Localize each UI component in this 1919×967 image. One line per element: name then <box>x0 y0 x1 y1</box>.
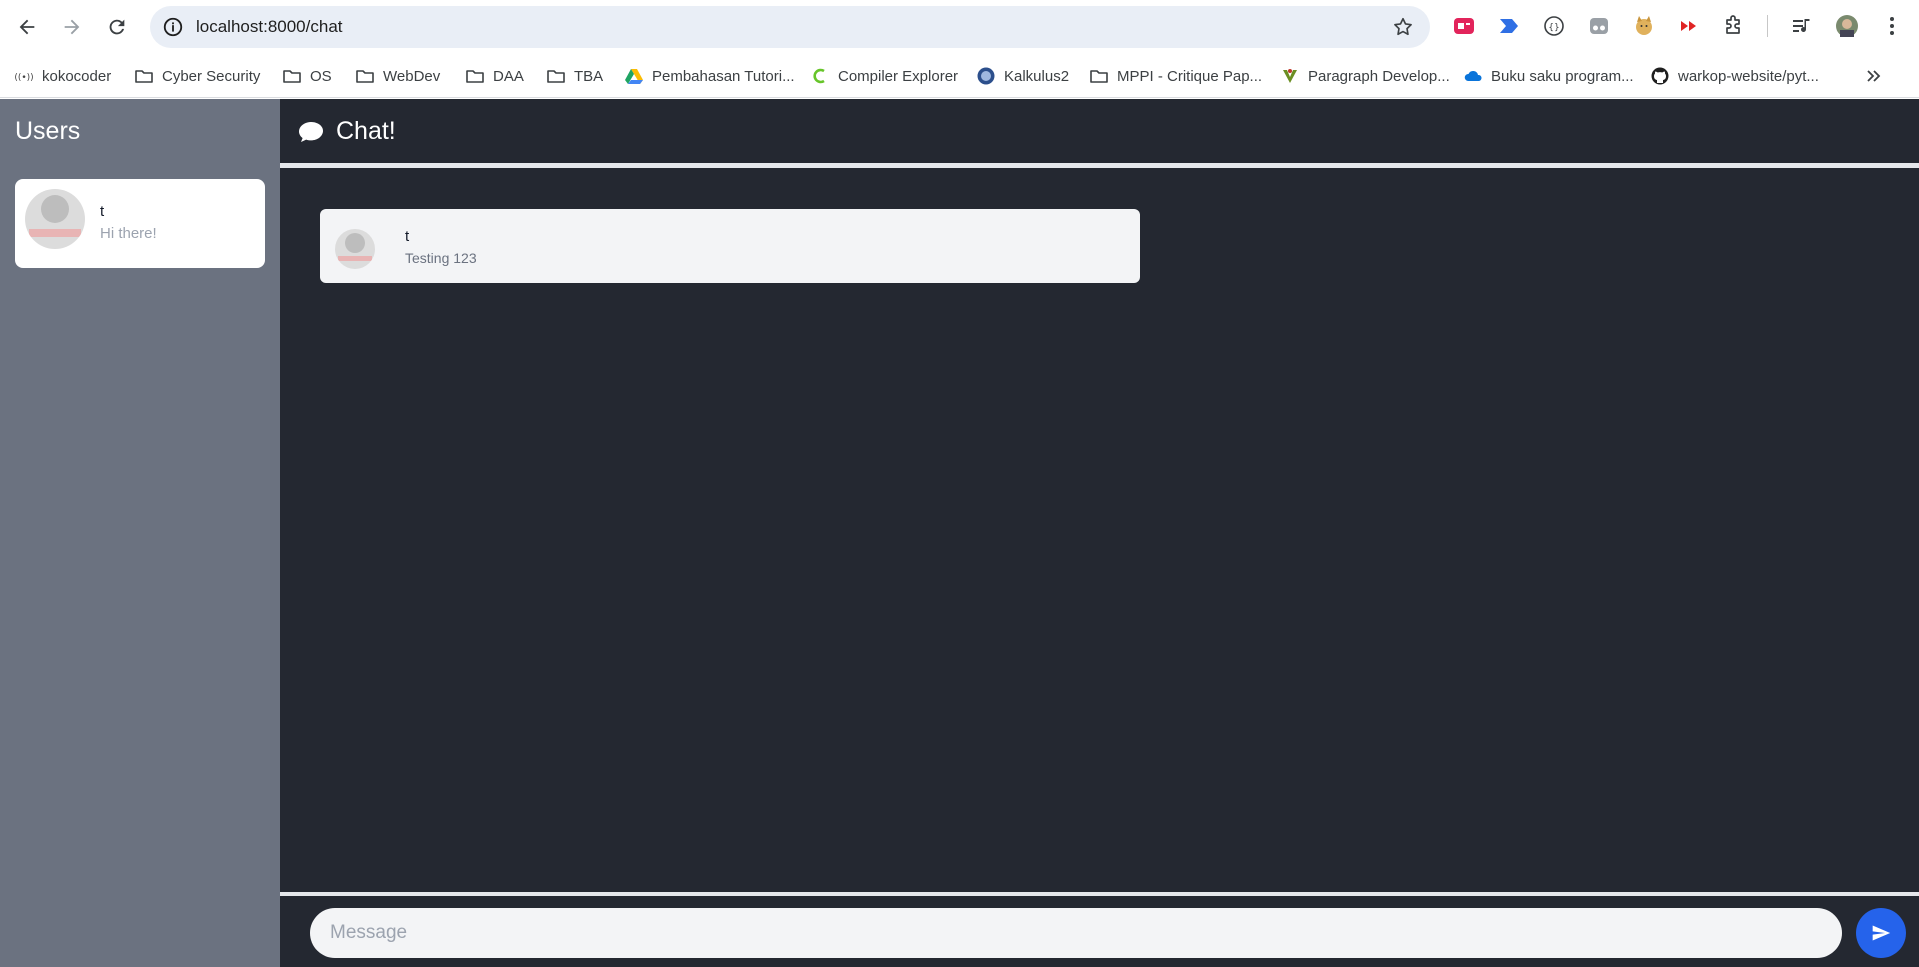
extension-icon-3[interactable]: {} <box>1542 14 1566 38</box>
folder-icon <box>355 66 375 86</box>
bookmark-mppi[interactable]: MPPI - Critique Pap... <box>1089 63 1262 89</box>
bookmark-label: WebDev <box>383 67 441 85</box>
extension-icon-6[interactable] <box>1677 14 1701 38</box>
avatar <box>335 229 375 269</box>
toolbar-separator <box>1767 15 1768 37</box>
message-sender: t <box>405 228 410 245</box>
svg-text:((•)): ((•)) <box>14 73 33 83</box>
bookmarks-bar: ((•)) kokocoder Cyber Security OS WebDev… <box>0 54 1919 98</box>
github-icon <box>1650 66 1670 86</box>
bookmark-label: Buku saku program... <box>1491 67 1634 85</box>
folder-icon <box>465 66 485 86</box>
bookmark-kalkulus2[interactable]: Kalkulus2 <box>976 63 1069 89</box>
send-button[interactable] <box>1856 908 1906 958</box>
arrow-left-icon <box>19 19 35 35</box>
fast-forward-icon <box>1681 21 1696 31</box>
bookmark-label: Cyber Security <box>162 67 261 85</box>
kebab-menu-icon <box>1890 17 1894 35</box>
message-input[interactable] <box>310 908 1842 958</box>
extension-icon-4[interactable] <box>1587 14 1611 38</box>
university-seal-icon <box>976 66 996 86</box>
header-divider <box>280 163 1919 168</box>
bookmark-label: MPPI - Critique Pap... <box>1117 67 1263 85</box>
bookmark-kokocoder[interactable]: ((•)) kokocoder <box>14 63 111 89</box>
extension-icon-1[interactable] <box>1452 14 1476 38</box>
send-icon <box>1872 925 1891 941</box>
bookmark-webdev[interactable]: WebDev <box>355 63 440 89</box>
reload-icon <box>109 19 125 35</box>
bookmark-label: TBA <box>574 67 604 85</box>
users-sidebar: Users t Hi there! <box>0 99 280 967</box>
bookmark-label: Paragraph Develop... <box>1308 67 1450 85</box>
bookmark-label: DAA <box>493 67 524 85</box>
composer-divider <box>280 892 1919 896</box>
doge-icon <box>1636 16 1652 35</box>
bookmark-daa[interactable]: DAA <box>465 63 524 89</box>
bookmark-paragraph[interactable]: Paragraph Develop... <box>1280 63 1450 89</box>
chat-app: Users t Hi there! Chat! t Testing 123 <box>0 99 1919 967</box>
red-extension-icon <box>1454 18 1474 34</box>
bookmark-label: OS <box>310 67 332 85</box>
user-list-item[interactable]: t Hi there! <box>15 179 265 268</box>
sidebar-title: Users <box>15 117 81 145</box>
svg-text:{}: {} <box>1548 23 1559 33</box>
arrow-right-icon <box>64 19 80 35</box>
bookmark-label: Compiler Explorer <box>838 67 959 85</box>
chevron-double-right-icon <box>1864 66 1884 86</box>
folder-icon <box>1089 66 1109 86</box>
puzzle-icon <box>1726 15 1740 34</box>
reload-button[interactable] <box>100 10 134 44</box>
bookmark-os[interactable]: OS <box>282 63 332 89</box>
folder-icon <box>134 66 154 86</box>
bookmark-compiler-explorer[interactable]: Compiler Explorer <box>810 63 958 89</box>
extension-icon-5[interactable] <box>1632 14 1656 38</box>
bookmark-cyber-security[interactable]: Cyber Security <box>134 63 260 89</box>
profile-avatar-icon <box>1836 15 1858 37</box>
incognito-extension-icon <box>1590 18 1608 34</box>
bookmarks-overflow-button[interactable] <box>1864 63 1892 89</box>
folder-icon <box>546 66 566 86</box>
extension-icon-2[interactable] <box>1497 14 1521 38</box>
address-bar[interactable]: localhost:8000/chat <box>150 6 1430 48</box>
browser-toolbar: localhost:8000/chat {} <box>0 0 1919 54</box>
chat-panel: Chat! t Testing 123 <box>280 99 1919 967</box>
profile-avatar-button[interactable] <box>1835 14 1859 38</box>
site-favicon-icon <box>1280 66 1300 86</box>
chat-bubble-icon <box>299 122 323 142</box>
bookmark-label: Pembahasan Tutori... <box>652 67 795 85</box>
user-name: t <box>100 203 105 220</box>
google-drive-icon <box>624 66 644 86</box>
compiler-explorer-icon <box>810 66 830 86</box>
bookmark-tba[interactable]: TBA <box>546 63 603 89</box>
forward-button[interactable] <box>55 10 89 44</box>
onedrive-icon <box>1463 66 1483 86</box>
bookmark-pembahasan[interactable]: Pembahasan Tutori... <box>624 63 795 89</box>
bookmark-label: Kalkulus2 <box>1004 67 1070 85</box>
bookmark-buku-saku[interactable]: Buku saku program... <box>1463 63 1634 89</box>
chat-title: Chat! <box>336 117 396 145</box>
message-text: Testing 123 <box>405 250 477 266</box>
folder-icon <box>282 66 302 86</box>
bookmark-warkop-website[interactable]: warkop-website/pyt... <box>1650 63 1819 89</box>
site-info-icon[interactable] <box>162 16 184 38</box>
bookmark-star-icon[interactable] <box>1392 16 1414 38</box>
chat-header: Chat! <box>280 99 1919 163</box>
url-text[interactable]: localhost:8000/chat <box>196 17 343 37</box>
bookmark-label: kokocoder <box>42 67 112 85</box>
avatar <box>25 189 85 249</box>
playlist-music-icon <box>1793 19 1810 32</box>
browser-menu-button[interactable] <box>1880 14 1904 38</box>
power-automate-icon <box>1500 19 1518 33</box>
message-item: t Testing 123 <box>320 209 1140 283</box>
radio-icon: ((•)) <box>14 66 34 86</box>
extensions-puzzle-button[interactable] <box>1722 14 1746 38</box>
user-last-message: Hi there! <box>100 225 157 242</box>
media-control-button[interactable] <box>1790 14 1814 38</box>
back-button[interactable] <box>10 10 44 44</box>
code-brackets-icon: {} <box>1544 16 1564 36</box>
bookmark-label: warkop-website/pyt... <box>1678 67 1819 85</box>
